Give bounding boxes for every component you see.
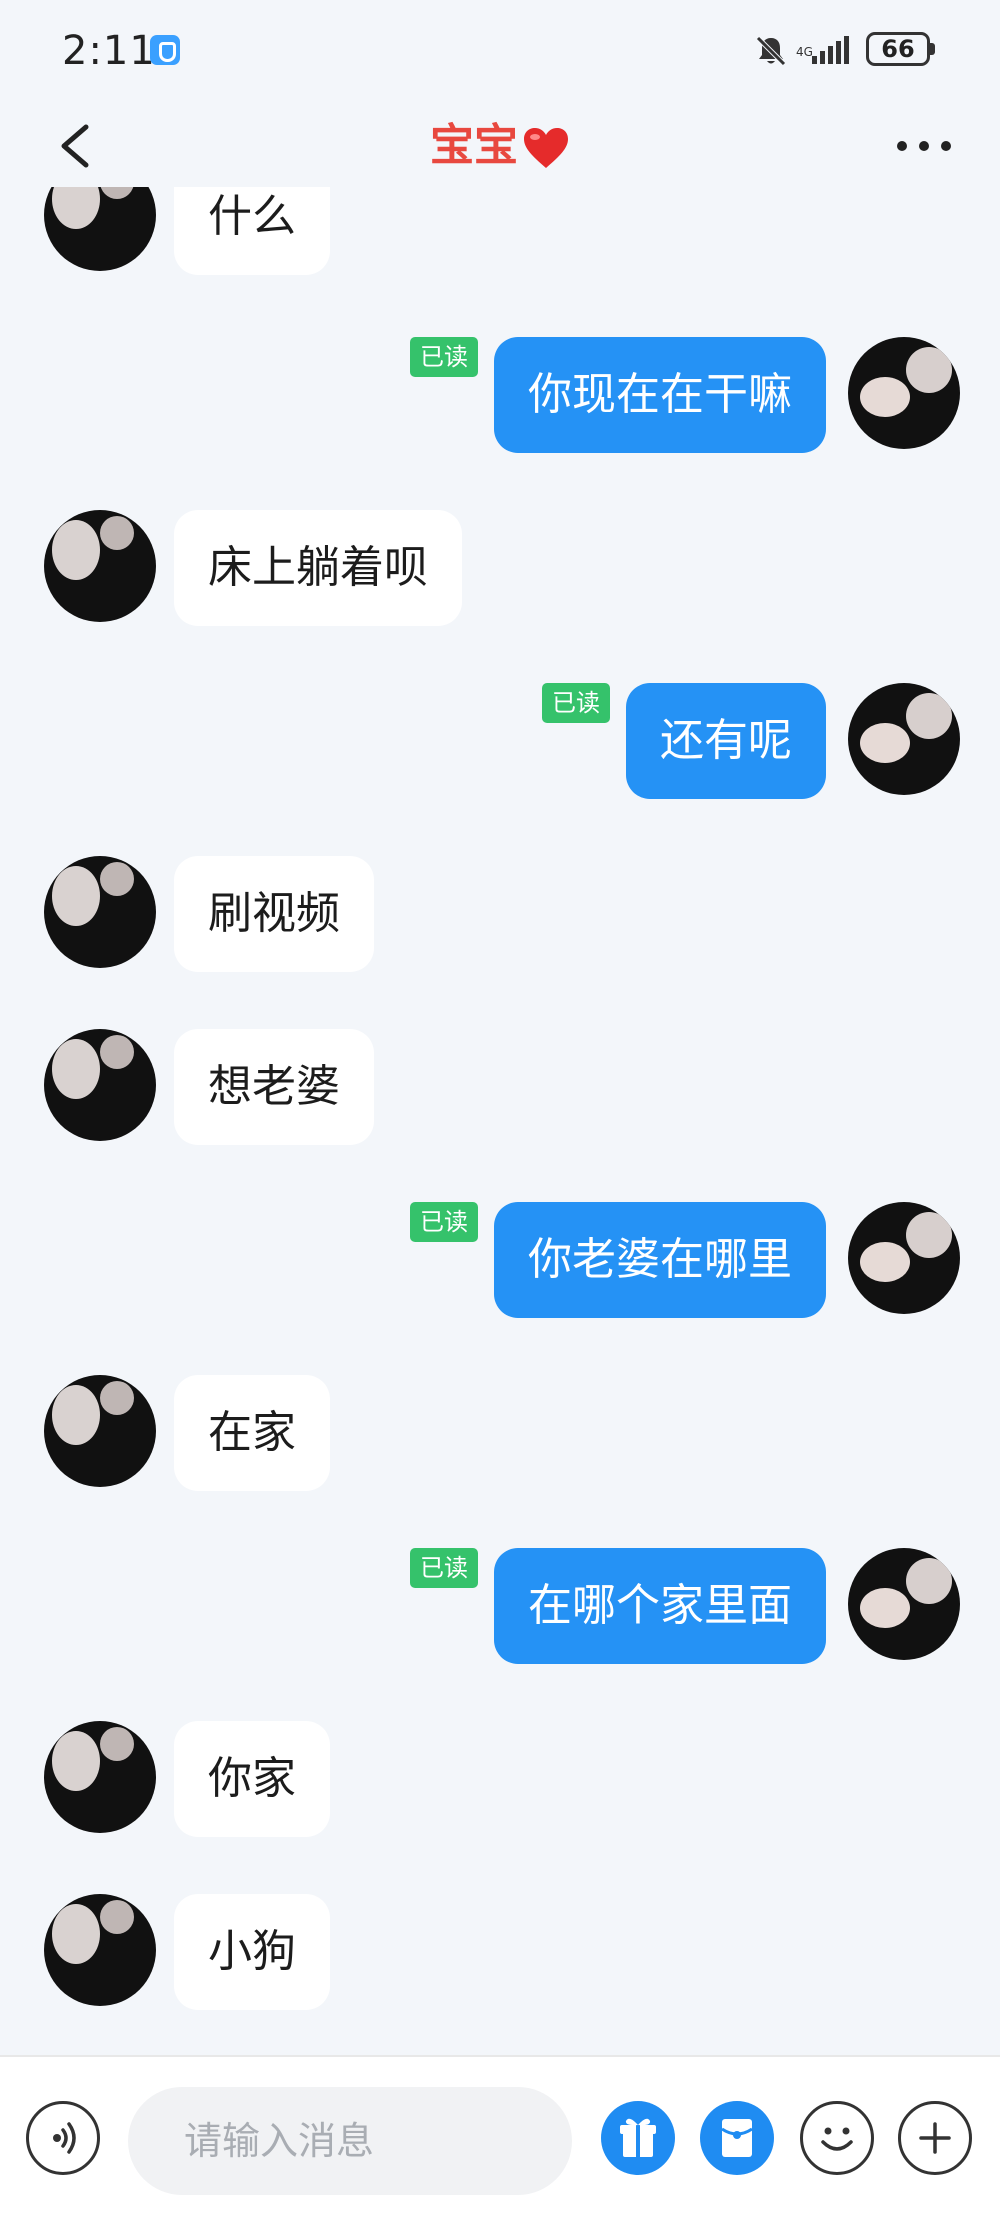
contact-avatar[interactable]	[44, 1721, 156, 1833]
red-envelope-icon	[721, 2119, 753, 2157]
battery-cap	[930, 43, 935, 55]
message-bubble[interactable]: 你家	[174, 1721, 330, 1837]
my-avatar[interactable]	[848, 683, 960, 795]
message-bubble[interactable]: 什么	[174, 187, 330, 275]
message-bubble[interactable]: 在家	[174, 1375, 330, 1491]
my-avatar[interactable]	[848, 1202, 960, 1314]
message-bubble[interactable]: 刷视频	[174, 856, 374, 972]
heart-icon	[524, 128, 568, 168]
red-envelope-button[interactable]	[700, 2101, 774, 2175]
more-options-button[interactable]	[898, 2101, 972, 2175]
message-bubble[interactable]: 你现在在干嘛	[494, 337, 826, 453]
signal-icon: 4G	[796, 36, 849, 64]
emoji-icon	[821, 2127, 853, 2151]
status-bar: 2:11 4G 66	[0, 0, 1000, 105]
gift-icon	[620, 2118, 656, 2157]
message-bubble[interactable]: 想老婆	[174, 1029, 374, 1145]
voice-icon	[53, 2122, 76, 2154]
battery-indicator: 66	[866, 32, 930, 66]
message-bubble[interactable]: 在哪个家里面	[494, 1548, 826, 1664]
message-input[interactable]: 请输入消息	[128, 2087, 572, 2195]
chat-title: 宝宝	[0, 105, 1000, 187]
status-time: 2:11	[62, 28, 156, 74]
read-badge: 已读	[410, 1548, 478, 1588]
contact-avatar[interactable]	[44, 1375, 156, 1487]
voice-button[interactable]	[26, 2101, 100, 2175]
message-bubble[interactable]: 还有呢	[626, 683, 826, 799]
emoji-button[interactable]	[800, 2101, 874, 2175]
contact-avatar[interactable]	[44, 510, 156, 622]
mute-icon	[756, 36, 786, 66]
message-list[interactable]: 什么 已读 你现在在干嘛 床上躺着呗 已读 还有呢 刷视频 想老婆 已读 你老婆…	[0, 187, 1000, 2055]
contact-avatar[interactable]	[44, 1029, 156, 1141]
my-avatar[interactable]	[848, 1548, 960, 1660]
contact-name: 宝宝	[430, 120, 518, 171]
my-avatar[interactable]	[848, 337, 960, 449]
message-bubble[interactable]: 你老婆在哪里	[494, 1202, 826, 1318]
message-bubble[interactable]: 小狗	[174, 1894, 330, 2010]
chat-header: 宝宝	[0, 105, 1000, 187]
contact-avatar[interactable]	[44, 856, 156, 968]
input-placeholder: 请输入消息	[184, 2119, 375, 2163]
svg-text:4G: 4G	[796, 45, 813, 59]
composer-bar: 请输入消息	[0, 2055, 1000, 2227]
more-icon[interactable]	[886, 105, 966, 187]
read-badge: 已读	[542, 683, 610, 723]
message-bubble[interactable]: 床上躺着呗	[174, 510, 462, 626]
contact-avatar[interactable]	[44, 1894, 156, 2006]
contact-avatar[interactable]	[44, 187, 156, 271]
app-notification-icon	[150, 35, 180, 65]
gift-button[interactable]	[601, 2101, 675, 2175]
plus-icon	[919, 2122, 951, 2154]
read-badge: 已读	[410, 1202, 478, 1242]
read-badge: 已读	[410, 337, 478, 377]
